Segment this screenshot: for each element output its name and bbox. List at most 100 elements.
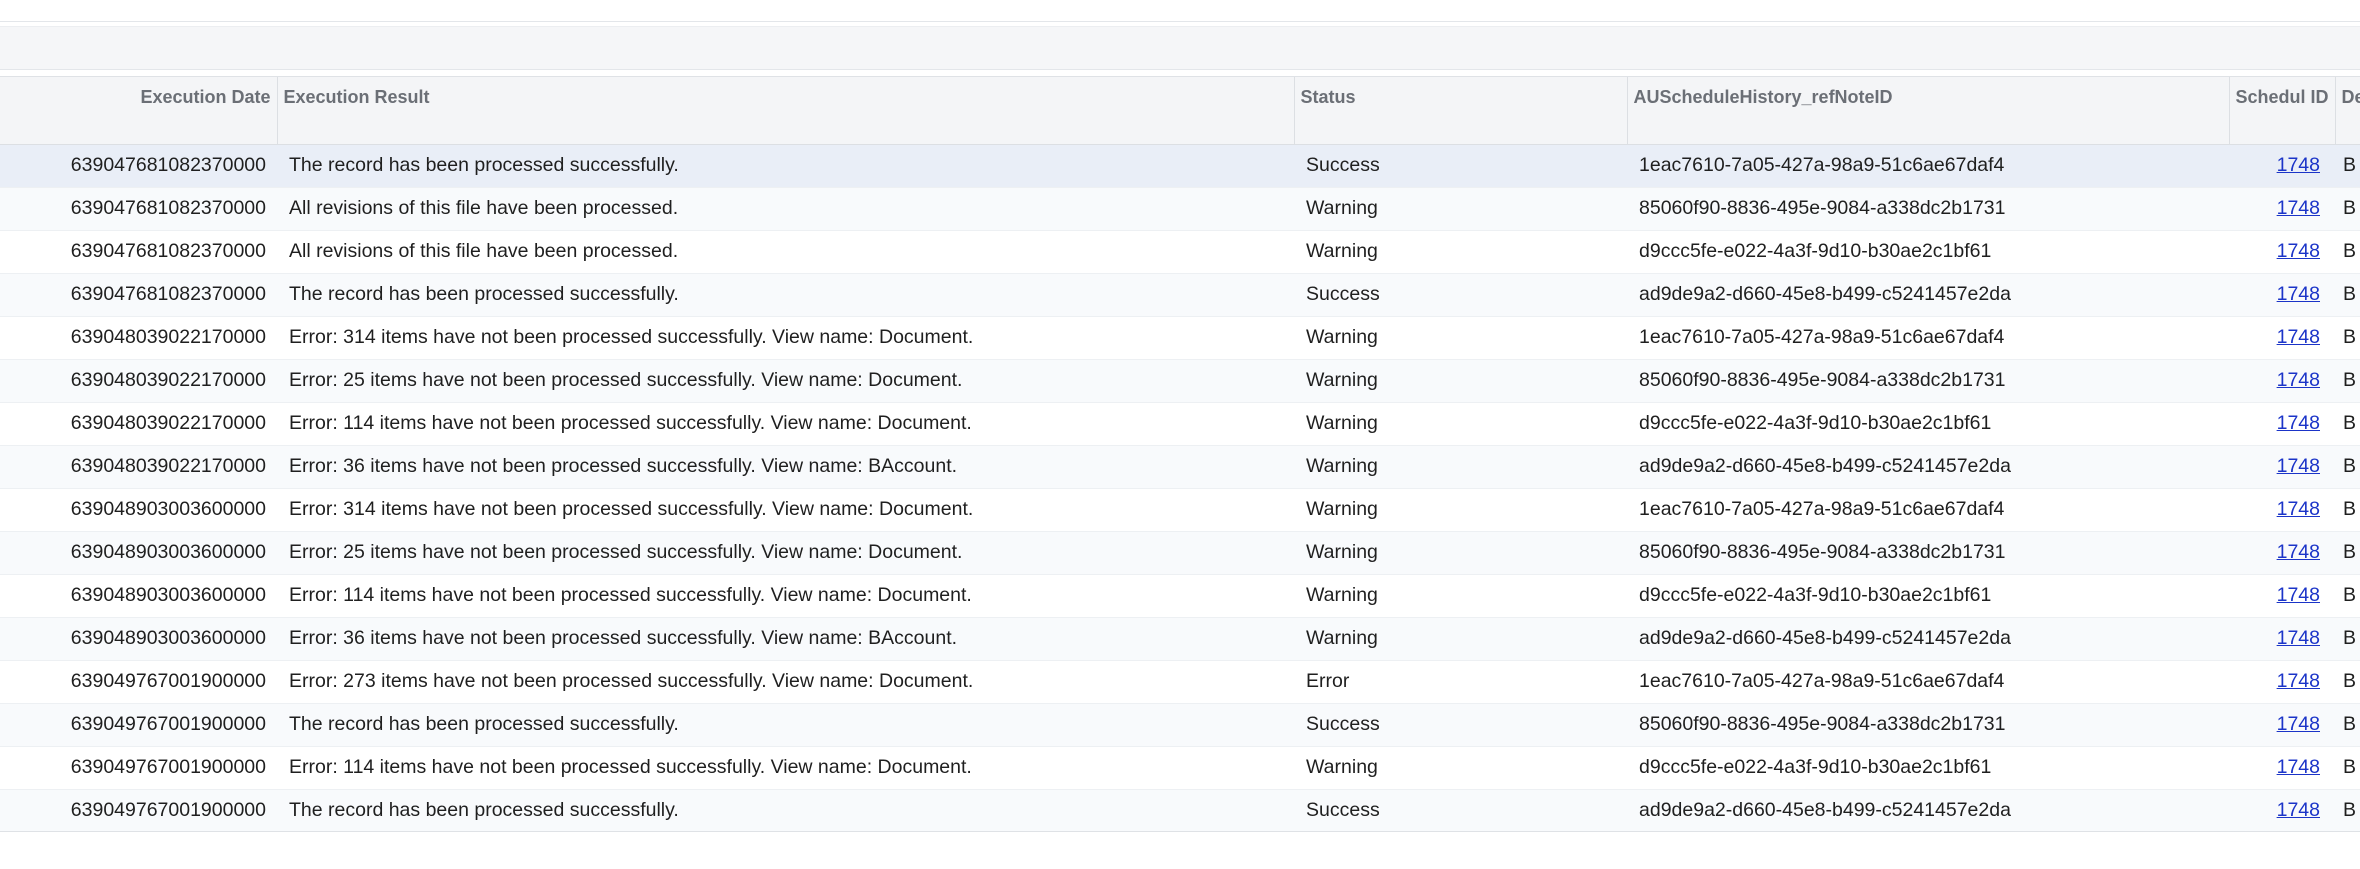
table-row[interactable]: 639047681082370000 The record has been pr… <box>0 273 2360 317</box>
execution-result-cell: The record has been processed successful… <box>277 144 1294 188</box>
execution-result-cell: Error: 114 items have not been processed… <box>277 402 1294 446</box>
schedule-id-link[interactable]: 1748 <box>2277 713 2320 735</box>
schedule-id-link[interactable]: 1748 <box>2277 326 2320 348</box>
schedule-history-grid: Execution Date Execution Result Status A… <box>0 76 2360 832</box>
status-cell: Warning <box>1294 488 1627 532</box>
schedule-id-link[interactable]: 1748 <box>2277 283 2320 305</box>
schedule-id-cell: 1748 <box>2229 144 2335 188</box>
description-cell: B <box>2335 789 2360 831</box>
refnote-id-cell: 85060f90-8836-495e-9084-a338dc2b1731 <box>1627 703 2229 747</box>
schedule-id-link[interactable]: 1748 <box>2277 670 2320 692</box>
schedule-id-link[interactable]: 1748 <box>2277 799 2320 821</box>
status-cell: Warning <box>1294 402 1627 446</box>
execution-date-cell: 639048039022170000 <box>0 359 277 403</box>
schedule-id-link[interactable]: 1748 <box>2277 584 2320 606</box>
top-divider <box>0 21 2360 22</box>
execution-result-cell: Error: 36 items have not been processed … <box>277 445 1294 489</box>
status-cell: Success <box>1294 144 1627 188</box>
status-cell: Warning <box>1294 531 1627 575</box>
execution-date-cell: 639047681082370000 <box>0 144 277 188</box>
description-cell: B <box>2335 488 2360 532</box>
schedule-id-cell: 1748 <box>2229 273 2335 317</box>
status-cell: Success <box>1294 273 1627 317</box>
column-header-execution-date[interactable]: Execution Date <box>0 77 278 145</box>
description-cell: B <box>2335 230 2360 274</box>
status-cell: Warning <box>1294 445 1627 489</box>
schedule-id-link[interactable]: 1748 <box>2277 240 2320 262</box>
table-body: 639047681082370000 The record has been pr… <box>0 144 2360 831</box>
column-header-status[interactable]: Status <box>1294 77 1628 145</box>
table-row[interactable]: 639047681082370000 All revisions of this … <box>0 187 2360 231</box>
column-header-description[interactable]: De <box>2335 77 2360 145</box>
execution-date-cell: 639048039022170000 <box>0 316 277 360</box>
table-row[interactable]: 639048903003600000 Error: 314 items have … <box>0 488 2360 532</box>
table-row[interactable]: 639049767001900000 Error: 273 items have … <box>0 660 2360 704</box>
schedule-id-link[interactable]: 1748 <box>2277 455 2320 477</box>
table-row[interactable]: 639048903003600000 Error: 25 items have n… <box>0 531 2360 575</box>
table-row[interactable]: 639047681082370000 All revisions of this … <box>0 230 2360 274</box>
refnote-id-cell: d9ccc5fe-e022-4a3f-9d10-b30ae2c1bf61 <box>1627 574 2229 618</box>
description-cell: B <box>2335 402 2360 446</box>
table-row[interactable]: 639049767001900000 Error: 114 items have … <box>0 746 2360 790</box>
description-cell: B <box>2335 316 2360 360</box>
table-row[interactable]: 639048039022170000 Error: 36 items have n… <box>0 445 2360 489</box>
header-row: Execution Date Execution Result Status A… <box>0 77 2360 145</box>
table-row[interactable]: 639049767001900000 The record has been pr… <box>0 789 2360 831</box>
schedule-id-link[interactable]: 1748 <box>2277 412 2320 434</box>
description-cell: B <box>2335 445 2360 489</box>
refnote-id-cell: ad9de9a2-d660-45e8-b499-c5241457e2da <box>1627 445 2229 489</box>
schedule-id-link[interactable]: 1748 <box>2277 369 2320 391</box>
schedule-id-cell: 1748 <box>2229 789 2335 831</box>
history-table: Execution Date Execution Result Status A… <box>0 77 2360 831</box>
history-grid-view: Execution Date Execution Result Status A… <box>0 0 2360 869</box>
description-cell: B <box>2335 746 2360 790</box>
refnote-id-cell: 85060f90-8836-495e-9084-a338dc2b1731 <box>1627 359 2229 403</box>
schedule-id-link[interactable]: 1748 <box>2277 197 2320 219</box>
execution-result-cell: The record has been processed successful… <box>277 789 1294 831</box>
schedule-id-cell: 1748 <box>2229 402 2335 446</box>
status-cell: Warning <box>1294 230 1627 274</box>
schedule-id-link[interactable]: 1748 <box>2277 756 2320 778</box>
table-row[interactable]: 639047681082370000 The record has been pr… <box>0 144 2360 188</box>
description-cell: B <box>2335 703 2360 747</box>
description-cell: B <box>2335 359 2360 403</box>
table-row[interactable]: 639048903003600000 Error: 36 items have n… <box>0 617 2360 661</box>
execution-date-cell: 639048039022170000 <box>0 445 277 489</box>
schedule-id-cell: 1748 <box>2229 359 2335 403</box>
execution-result-cell: Error: 25 items have not been processed … <box>277 359 1294 403</box>
execution-date-cell: 639049767001900000 <box>0 746 277 790</box>
description-cell: B <box>2335 660 2360 704</box>
execution-date-cell: 639048903003600000 <box>0 531 277 575</box>
execution-date-cell: 639048903003600000 <box>0 617 277 661</box>
schedule-id-link[interactable]: 1748 <box>2277 541 2320 563</box>
refnote-id-cell: 1eac7610-7a05-427a-98a9-51c6ae67daf4 <box>1627 488 2229 532</box>
schedule-id-cell: 1748 <box>2229 187 2335 231</box>
refnote-id-cell: 1eac7610-7a05-427a-98a9-51c6ae67daf4 <box>1627 144 2229 188</box>
description-cell: B <box>2335 273 2360 317</box>
schedule-id-link[interactable]: 1748 <box>2277 154 2320 176</box>
table-row[interactable]: 639048039022170000 Error: 114 items have … <box>0 402 2360 446</box>
execution-date-cell: 639048903003600000 <box>0 488 277 532</box>
refnote-id-cell: 85060f90-8836-495e-9084-a338dc2b1731 <box>1627 187 2229 231</box>
execution-date-cell: 639049767001900000 <box>0 660 277 704</box>
table-row[interactable]: 639048903003600000 Error: 114 items have … <box>0 574 2360 618</box>
column-header-execution-result[interactable]: Execution Result <box>277 77 1295 145</box>
status-cell: Error <box>1294 660 1627 704</box>
column-header-schedule-id[interactable]: Schedul ID <box>2229 77 2336 145</box>
execution-result-cell: All revisions of this file have been pro… <box>277 230 1294 274</box>
refnote-id-cell: ad9de9a2-d660-45e8-b499-c5241457e2da <box>1627 789 2229 831</box>
execution-date-cell: 639047681082370000 <box>0 230 277 274</box>
schedule-id-cell: 1748 <box>2229 445 2335 489</box>
execution-date-cell: 639047681082370000 <box>0 273 277 317</box>
execution-result-cell: Error: 25 items have not been processed … <box>277 531 1294 575</box>
schedule-id-cell: 1748 <box>2229 230 2335 274</box>
description-cell: B <box>2335 531 2360 575</box>
column-header-refnote-id[interactable]: AUScheduleHistory_refNoteID <box>1627 77 2230 145</box>
table-row[interactable]: 639049767001900000 The record has been pr… <box>0 703 2360 747</box>
status-cell: Warning <box>1294 617 1627 661</box>
table-row[interactable]: 639048039022170000 Error: 25 items have n… <box>0 359 2360 403</box>
table-row[interactable]: 639048039022170000 Error: 314 items have … <box>0 316 2360 360</box>
schedule-id-link[interactable]: 1748 <box>2277 498 2320 520</box>
schedule-id-link[interactable]: 1748 <box>2277 627 2320 649</box>
description-cell: B <box>2335 574 2360 618</box>
